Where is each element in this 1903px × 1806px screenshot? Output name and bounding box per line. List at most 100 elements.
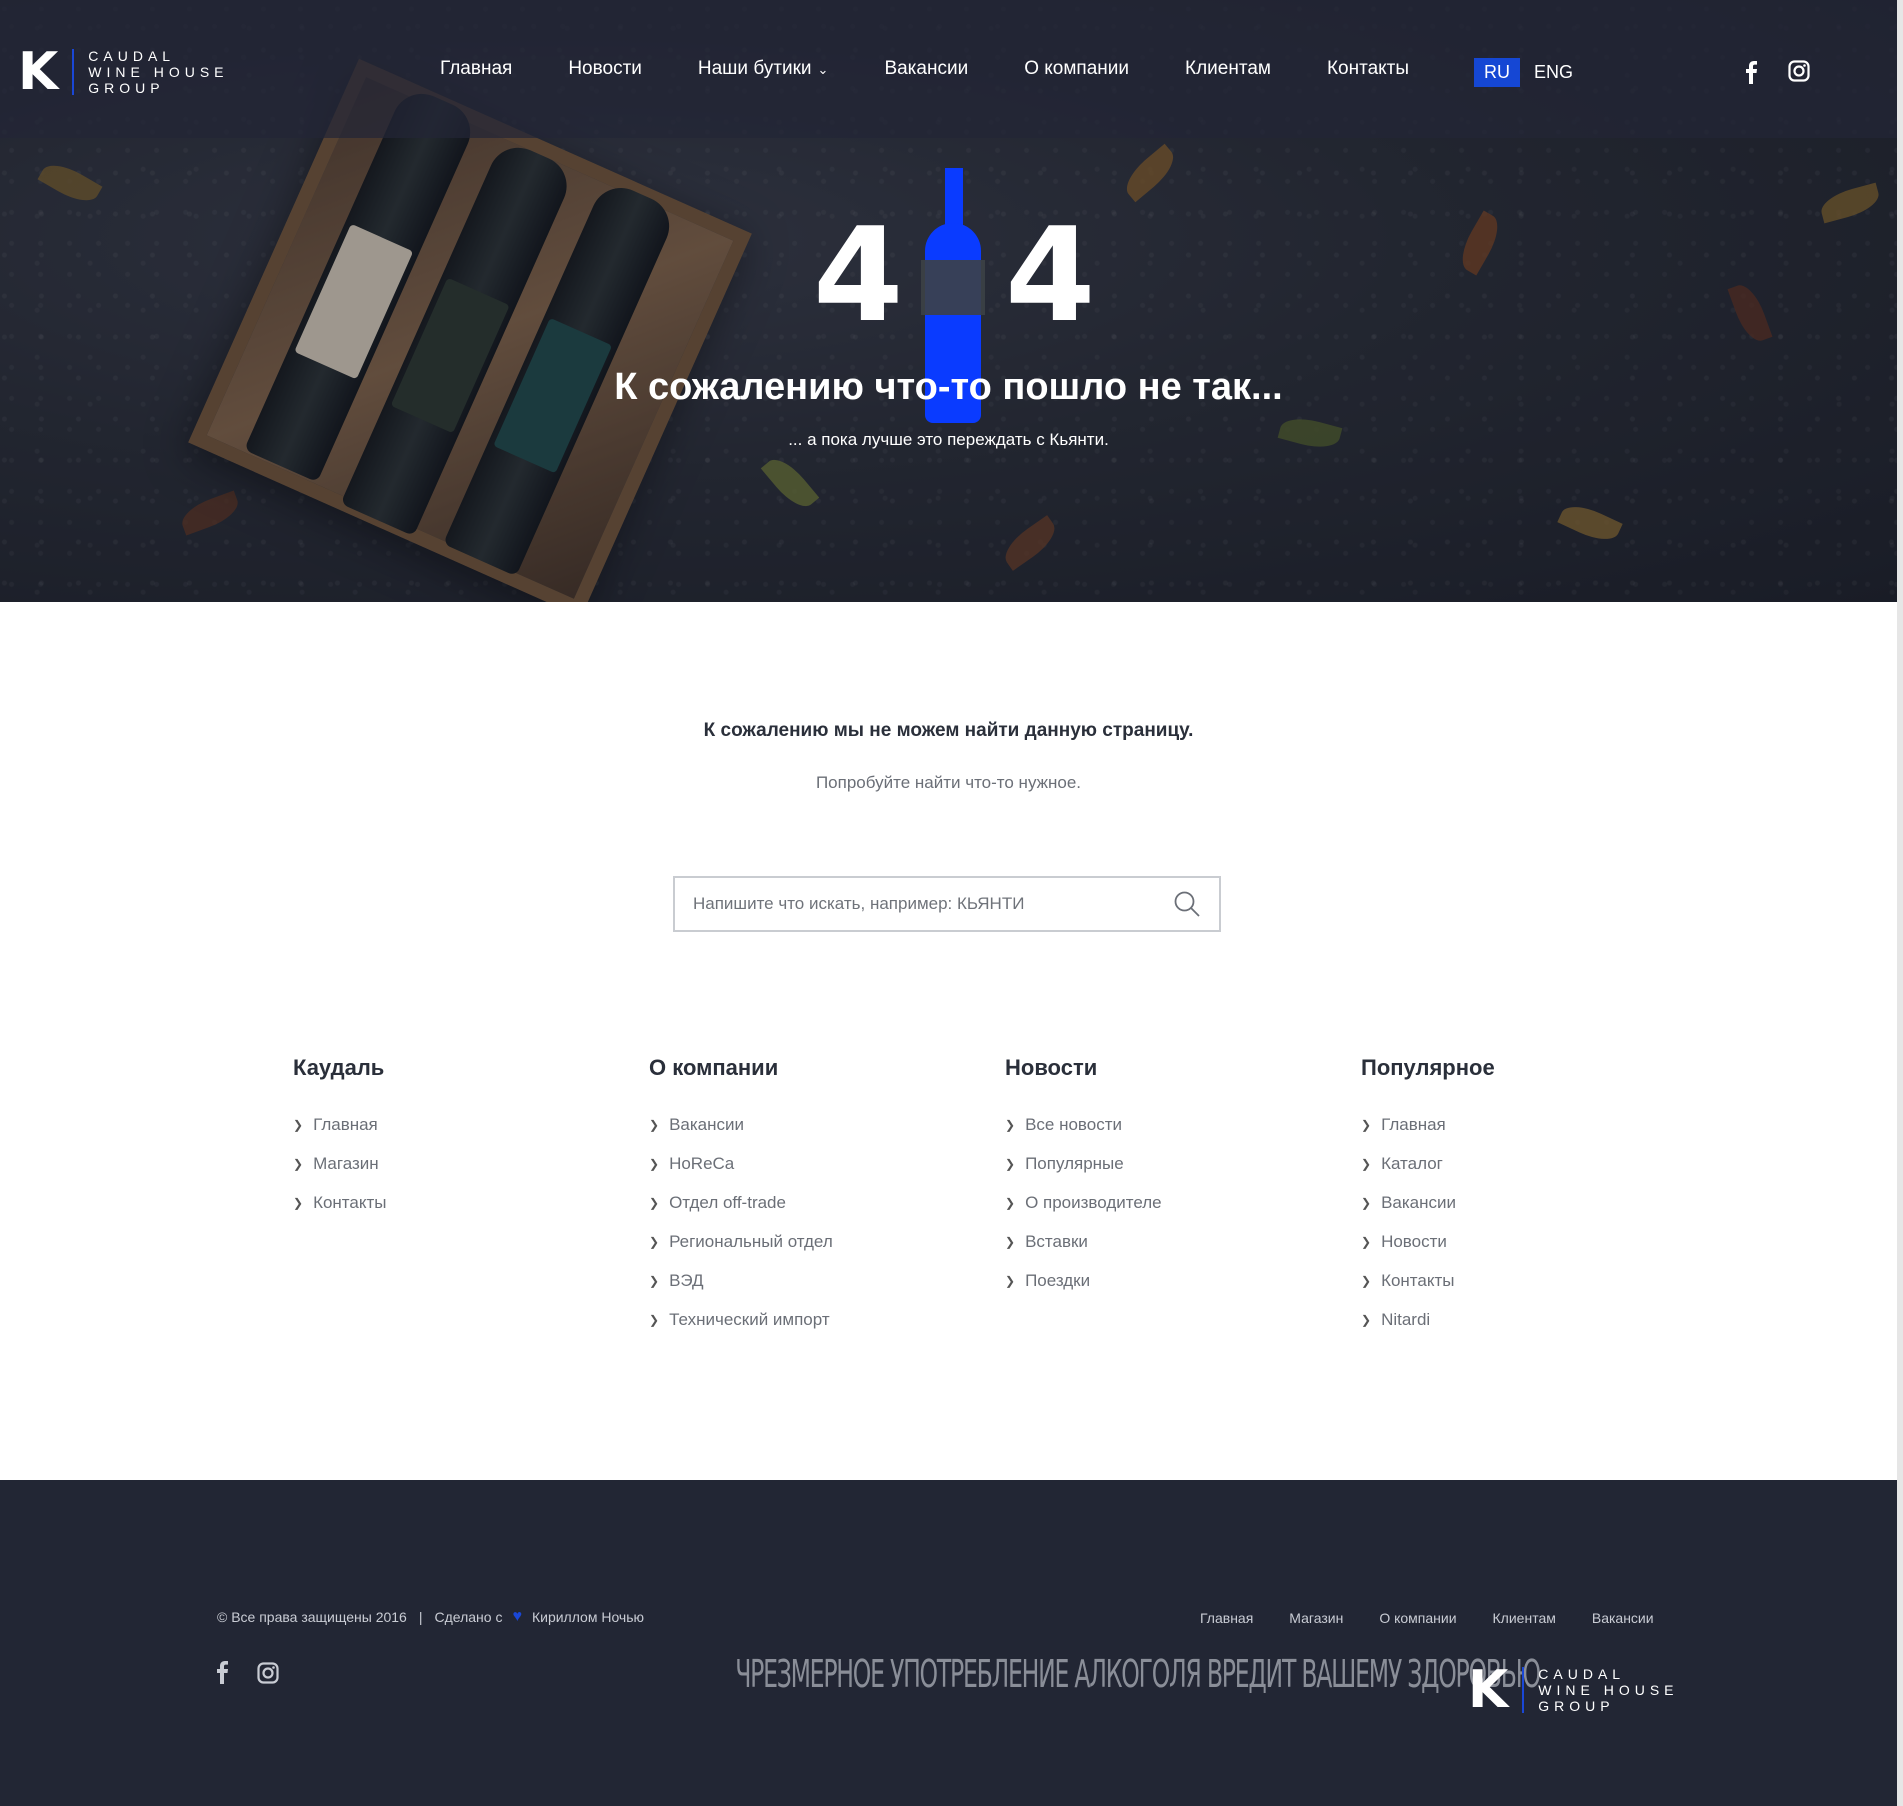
- footer-link-clients[interactable]: Клиентам: [1493, 1610, 1556, 1626]
- chevron-right-icon: ❯: [649, 1312, 660, 1327]
- column-link[interactable]: ❯ Главная: [293, 1105, 387, 1144]
- chevron-right-icon: ❯: [649, 1234, 660, 1249]
- chevron-right-icon: ❯: [1361, 1234, 1372, 1249]
- column-link[interactable]: ❯ Новости: [1361, 1222, 1495, 1261]
- bottle-label-graphic: [921, 260, 985, 315]
- column-link[interactable]: ❯ О производителе: [1005, 1183, 1162, 1222]
- column-link[interactable]: ❯ ВЭД: [649, 1261, 833, 1300]
- column-link[interactable]: ❯ Вакансии: [1361, 1183, 1495, 1222]
- nav-item-boutiques[interactable]: Наши бутики ⌄: [698, 58, 829, 80]
- chevron-right-icon: ❯: [293, 1195, 304, 1210]
- header-social: [1744, 60, 1840, 91]
- chevron-right-icon: ❯: [293, 1156, 304, 1171]
- logo-wordmark: CAUDAL WINE HOUSE GROUP: [1538, 1666, 1679, 1714]
- column-link[interactable]: ❯ Магазин: [293, 1144, 387, 1183]
- footer-nav: Главная Магазин О компании Клиентам Вака…: [1200, 1610, 1690, 1626]
- column-title: Популярное: [1361, 1055, 1495, 1080]
- nav-item-news[interactable]: Новости: [568, 58, 642, 80]
- chevron-right-icon: ❯: [1361, 1273, 1372, 1288]
- column-link[interactable]: ❯ Отдел off-trade: [649, 1183, 833, 1222]
- brand-logo[interactable]: K CAUDAL WINE HOUSE GROUP: [18, 46, 229, 98]
- footer-link-home[interactable]: Главная: [1200, 1610, 1253, 1626]
- not-found-message: К сожалению мы не можем найти данную стр…: [703, 720, 1194, 741]
- footer-copyright: © Все права защищены 2016 | Сделано с ♥ …: [217, 1608, 645, 1625]
- column-title: О компании: [649, 1055, 779, 1080]
- site-footer: [0, 1480, 1897, 1806]
- error-digit-right: 4: [1005, 199, 1096, 351]
- logo-letter: K: [18, 42, 59, 102]
- chevron-right-icon: ❯: [1005, 1273, 1016, 1288]
- column-link[interactable]: ❯ Популярные: [1005, 1144, 1162, 1183]
- chevron-right-icon: ❯: [649, 1195, 660, 1210]
- header-bar: K CAUDAL WINE HOUSE GROUP Главная Новост…: [0, 0, 1897, 138]
- hero-subtitle: ... а пока лучше это переждать с Кьянти.: [788, 430, 1109, 449]
- chevron-right-icon: ❯: [649, 1273, 660, 1288]
- footer-link-about[interactable]: О компании: [1379, 1610, 1456, 1626]
- chevron-right-icon: ❯: [649, 1156, 660, 1171]
- footer-column-news: Новости ❯ Все новости ❯ Популярные ❯ О прои…: [1005, 1055, 1162, 1300]
- column-title: Новости: [1005, 1055, 1098, 1080]
- language-switcher: RU ENG: [1474, 58, 1573, 87]
- footer-link-vacancies[interactable]: Вакансии: [1592, 1610, 1654, 1626]
- footer-brand-logo[interactable]: K CAUDAL WINE HOUSE GROUP: [1468, 1664, 1679, 1716]
- bottle-neck-graphic: [945, 168, 963, 228]
- logo-divider: [72, 49, 75, 95]
- footer-column-caudal: Каудаль ❯ Главная ❯ Магазин ❯ Контакты: [293, 1055, 387, 1222]
- error-code-404: 4 4: [813, 165, 1095, 423]
- footer-link-shop[interactable]: Магазин: [1289, 1610, 1343, 1626]
- column-link[interactable]: ❯ Вставки: [1005, 1222, 1162, 1261]
- column-link[interactable]: ❯ Вакансии: [649, 1105, 833, 1144]
- heart-icon: ♥: [512, 1608, 522, 1625]
- lang-ru-button[interactable]: RU: [1474, 58, 1520, 87]
- column-title: Каудаль: [293, 1055, 385, 1080]
- scrollbar-track[interactable]: [1897, 0, 1903, 1806]
- column-link[interactable]: ❯ Контакты: [1361, 1261, 1495, 1300]
- chevron-right-icon: ❯: [1005, 1234, 1016, 1249]
- author-link[interactable]: Кириллом Ночью: [532, 1609, 644, 1625]
- chevron-right-icon: ❯: [1005, 1156, 1016, 1171]
- logo-divider: [1522, 1667, 1525, 1713]
- hero-banner: K CAUDAL WINE HOUSE GROUP Главная Новост…: [0, 0, 1897, 602]
- column-link[interactable]: ❯ Контакты: [293, 1183, 387, 1222]
- not-found-hint: Попробуйте найти что-то нужное.: [815, 773, 1082, 792]
- chevron-right-icon: ❯: [1361, 1117, 1372, 1132]
- logo-wordmark: CAUDAL WINE HOUSE GROUP: [88, 48, 229, 96]
- column-link[interactable]: ❯ Технический импорт: [649, 1300, 833, 1339]
- search-icon[interactable]: [1173, 890, 1201, 923]
- nav-item-contacts[interactable]: Контакты: [1327, 58, 1409, 80]
- chevron-down-icon: ⌄: [817, 62, 829, 77]
- column-link[interactable]: ❯ Nitardi: [1361, 1300, 1495, 1339]
- logo-letter: K: [1468, 1660, 1509, 1720]
- chevron-right-icon: ❯: [293, 1117, 304, 1132]
- chevron-right-icon: ❯: [649, 1117, 660, 1132]
- main-nav: Главная Новости Наши бутики ⌄ Вакансии О …: [440, 58, 1465, 80]
- footer-column-about: О компании ❯ Вакансии ❯ HoReCa ❯ Отдел off-…: [649, 1055, 833, 1339]
- column-link[interactable]: ❯ Главная: [1361, 1105, 1495, 1144]
- column-link[interactable]: ❯ HoReCa: [649, 1144, 833, 1183]
- nav-item-home[interactable]: Главная: [440, 58, 512, 80]
- facebook-icon[interactable]: [1744, 60, 1758, 91]
- column-link[interactable]: ❯ Региональный отдел: [649, 1222, 833, 1261]
- instagram-icon[interactable]: [257, 1660, 279, 1691]
- column-link[interactable]: ❯ Все новости: [1005, 1105, 1162, 1144]
- facebook-icon[interactable]: [215, 1660, 229, 1691]
- search-input[interactable]: [693, 878, 1143, 930]
- footer-column-popular: Популярное ❯ Главная ❯ Каталог ❯ Вакансии ❯…: [1361, 1055, 1495, 1339]
- nav-item-clients[interactable]: Клиентам: [1185, 58, 1271, 80]
- instagram-icon[interactable]: [1788, 60, 1810, 91]
- footer-social: [215, 1660, 307, 1691]
- column-link[interactable]: ❯ Каталог: [1361, 1144, 1495, 1183]
- chevron-right-icon: ❯: [1005, 1195, 1016, 1210]
- error-digit-left: 4: [813, 199, 904, 351]
- hero-title: К сожалению что-то пошло не так...: [614, 366, 1283, 408]
- column-link[interactable]: ❯ Поездки: [1005, 1261, 1162, 1300]
- health-warning: ЧРЕЗМЕРНОЕ УПОТРЕБЛЕНИЕ АЛКОГОЛЯ ВРЕДИТ …: [735, 1652, 1541, 1696]
- nav-item-vacancies[interactable]: Вакансии: [884, 58, 968, 80]
- chevron-right-icon: ❯: [1361, 1195, 1372, 1210]
- chevron-right-icon: ❯: [1005, 1117, 1016, 1132]
- nav-item-about[interactable]: О компании: [1024, 58, 1129, 80]
- chevron-right-icon: ❯: [1361, 1156, 1372, 1171]
- search-box: [673, 876, 1221, 932]
- chevron-right-icon: ❯: [1361, 1312, 1372, 1327]
- lang-eng-button[interactable]: ENG: [1534, 62, 1573, 83]
